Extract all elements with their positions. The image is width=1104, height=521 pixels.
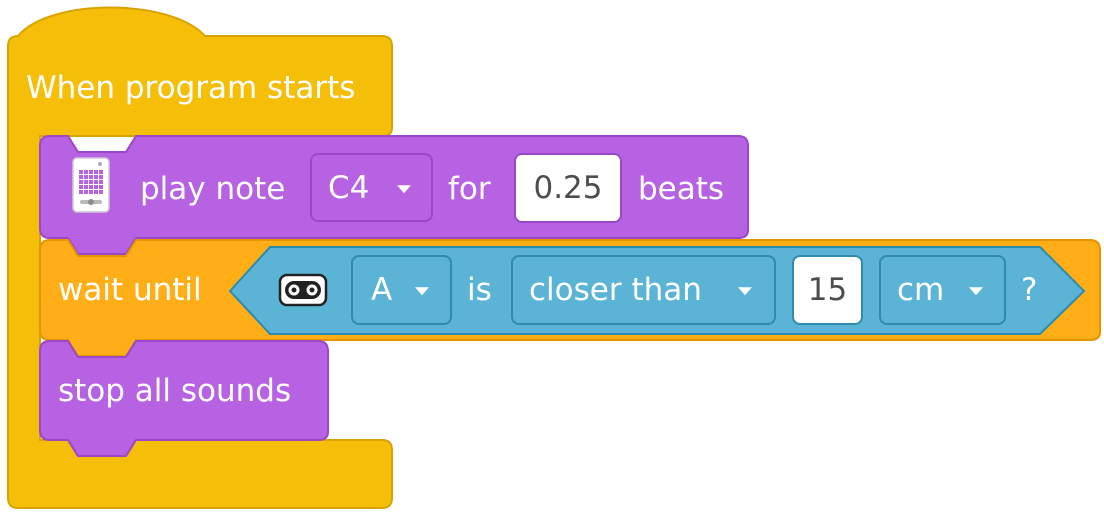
for-label: for [448, 171, 491, 207]
beats-input-value: 0.25 [533, 170, 603, 206]
chevron-down-icon [397, 184, 411, 193]
chevron-down-icon [738, 287, 752, 296]
unit-dropdown-value: cm [897, 272, 945, 308]
comparison-dropdown-value: closer than [529, 272, 702, 308]
beats-label: beats [638, 171, 725, 207]
unit-dropdown[interactable]: cm [879, 255, 1006, 325]
beats-input[interactable]: 0.25 [514, 153, 622, 223]
is-label: is [467, 272, 492, 308]
wait-until-label: wait until [58, 272, 202, 308]
hub-speaker-icon [72, 157, 110, 213]
note-dropdown-value: C4 [328, 169, 370, 206]
comparison-dropdown[interactable]: closer than [511, 255, 776, 325]
note-dropdown[interactable]: C4 [310, 153, 433, 222]
hat-block-label: When program starts [26, 70, 356, 106]
port-dropdown[interactable]: A [351, 255, 452, 325]
chevron-down-icon [415, 287, 429, 296]
port-dropdown-value: A [371, 272, 393, 308]
chevron-down-icon [969, 287, 983, 296]
play-note-label: play note [140, 171, 286, 207]
question-mark-label: ? [1021, 272, 1038, 308]
distance-input-value: 15 [807, 272, 848, 308]
distance-input[interactable]: 15 [792, 255, 863, 325]
code-canvas: When program starts play note C4 for 0.2… [0, 0, 1104, 521]
stop-sounds-label: stop all sounds [58, 373, 292, 409]
distance-sensor-icon [278, 273, 328, 307]
